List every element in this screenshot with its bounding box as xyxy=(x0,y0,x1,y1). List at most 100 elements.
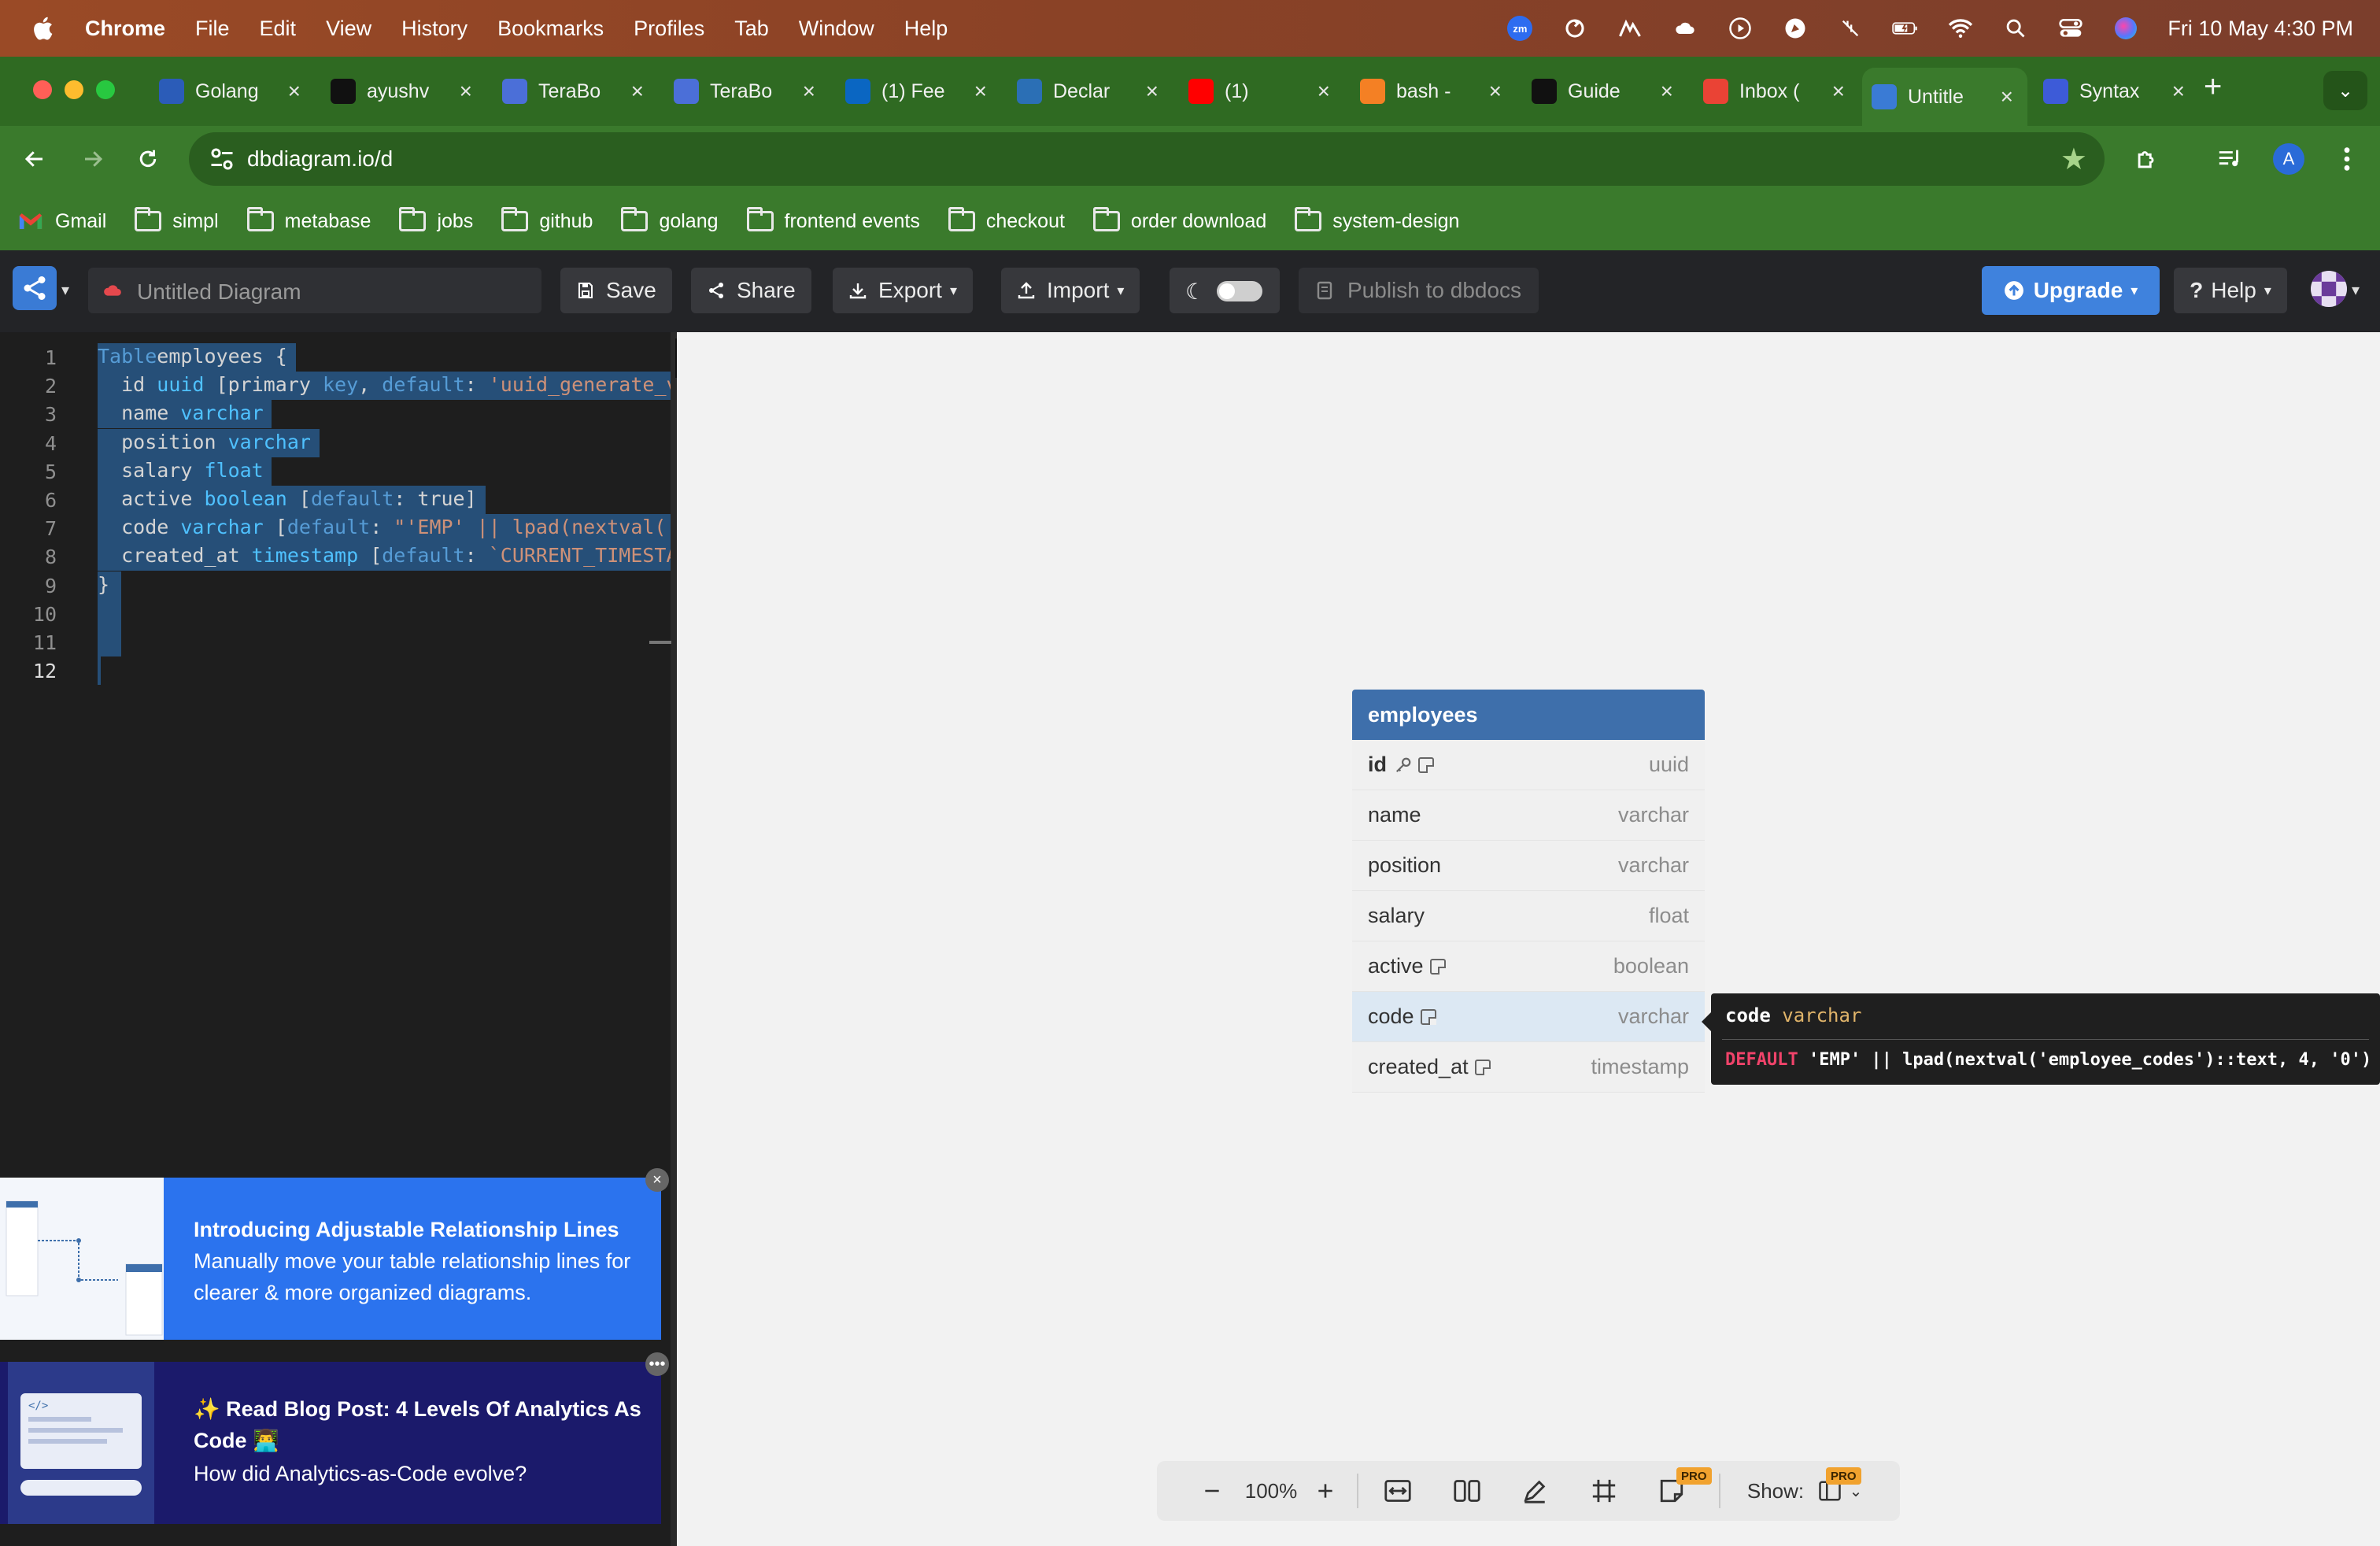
diagram-title-input[interactable]: Untitled Diagram xyxy=(88,268,541,313)
site-settings-icon[interactable] xyxy=(208,145,236,173)
editor-scrollbar-thumb[interactable] xyxy=(649,641,671,644)
bookmark-folder-metabase[interactable]: metabase xyxy=(246,207,371,233)
battery-icon[interactable] xyxy=(1892,15,1919,42)
promo-close-button[interactable]: × xyxy=(645,1168,669,1192)
menu-edit[interactable]: Edit xyxy=(260,17,297,41)
table-header[interactable]: employees xyxy=(1352,690,1705,740)
upgrade-button[interactable]: Upgrade ▾ xyxy=(1982,266,2160,315)
spotlight-search-icon[interactable] xyxy=(2002,15,2029,42)
bookmark-folder-checkout[interactable]: checkout xyxy=(948,207,1065,233)
bookmark-folder-order-download[interactable]: order download xyxy=(1092,207,1266,233)
code-line[interactable]: } xyxy=(98,573,109,601)
code-line[interactable]: name varchar xyxy=(98,401,264,430)
tab-0[interactable]: Golang × xyxy=(150,68,315,115)
app-logo-button[interactable] xyxy=(13,266,57,310)
menu-tab[interactable]: Tab xyxy=(734,17,769,41)
menu-window[interactable]: Window xyxy=(799,17,874,41)
tab-7[interactable]: bash - × xyxy=(1351,68,1516,115)
help-button[interactable]: ? Help ▾ xyxy=(2174,268,2287,313)
tab-11[interactable]: Syntax × xyxy=(2034,68,2199,115)
fit-to-screen-button[interactable] xyxy=(1380,1475,1415,1507)
tab-close-icon[interactable]: × xyxy=(1146,79,1159,104)
tab-9[interactable]: Inbox (× xyxy=(1694,68,1859,115)
new-tab-button[interactable]: + xyxy=(2204,69,2222,105)
menu-app-name[interactable]: Chrome xyxy=(85,17,165,41)
field-row-position[interactable]: position varchar xyxy=(1352,841,1705,891)
extensions-puzzle-icon[interactable] xyxy=(2128,140,2166,178)
save-button[interactable]: Save xyxy=(560,268,672,313)
tab-4[interactable]: (1) Fee × xyxy=(836,68,1001,115)
tab-close-icon[interactable]: × xyxy=(631,79,644,104)
tab-search-button[interactable]: ⌄ xyxy=(2323,71,2367,110)
bookmark-folder-simpl[interactable]: simpl xyxy=(135,207,219,233)
tab-2[interactable]: TeraBo × xyxy=(493,68,658,115)
bookmark-folder-frontend-events[interactable]: frontend events xyxy=(746,207,920,233)
note-icon[interactable] xyxy=(1429,958,1446,975)
back-button[interactable] xyxy=(16,140,54,178)
tab-8[interactable]: Guide × xyxy=(1522,68,1687,115)
menu-history[interactable]: History xyxy=(401,17,468,41)
zoom-out-button[interactable] xyxy=(1196,1475,1228,1507)
tab-close-icon[interactable]: × xyxy=(974,79,987,104)
menu-help[interactable]: Help xyxy=(904,17,948,41)
menu-file[interactable]: File xyxy=(195,17,230,41)
tab-close-icon[interactable]: × xyxy=(1489,79,1502,104)
tab-close-icon[interactable]: × xyxy=(803,79,815,104)
logo-chevron-down-icon[interactable]: ▾ xyxy=(61,280,69,300)
tab-10[interactable]: Untitle × xyxy=(1862,68,2027,126)
tab-close-icon[interactable]: × xyxy=(2172,79,2185,104)
navigation-icon[interactable] xyxy=(1782,15,1809,42)
window-close-button[interactable] xyxy=(33,80,52,99)
frame-button[interactable] xyxy=(1587,1475,1621,1507)
user-avatar[interactable] xyxy=(2311,271,2347,307)
toggle-switch[interactable] xyxy=(1217,281,1262,301)
menu-bookmarks[interactable]: Bookmarks xyxy=(497,17,604,41)
tab-close-icon[interactable]: × xyxy=(460,79,472,104)
field-row-active[interactable]: active boolean xyxy=(1352,941,1705,992)
sync-icon[interactable] xyxy=(1561,15,1588,42)
field-row-name[interactable]: name varchar xyxy=(1352,790,1705,841)
code-line[interactable]: active boolean [default: true] xyxy=(98,487,477,516)
code-line[interactable]: Tableemployees { xyxy=(98,345,287,373)
play-icon[interactable] xyxy=(1727,15,1754,42)
publish-dbdocs-button[interactable]: Publish to dbdocs xyxy=(1299,268,1539,313)
muted-icon[interactable] xyxy=(1837,15,1864,42)
field-row-created-at[interactable]: created_at timestamp xyxy=(1352,1042,1705,1093)
profile-avatar[interactable]: A xyxy=(2273,143,2304,175)
import-button[interactable]: Import ▾ xyxy=(1001,268,1140,313)
tab-close-icon[interactable]: × xyxy=(288,79,301,104)
address-bar[interactable]: dbdiagram.io/d ★ xyxy=(189,132,2105,186)
bookmark-folder-system-design[interactable]: system-design xyxy=(1295,207,1459,233)
bookmark-star-icon[interactable]: ★ xyxy=(2060,142,2087,177)
bookmark-folder-golang[interactable]: golang xyxy=(621,207,719,233)
menu-profiles[interactable]: Profiles xyxy=(634,17,704,41)
note-icon[interactable] xyxy=(1420,1008,1436,1025)
note-icon[interactable] xyxy=(1418,756,1434,773)
tab-close-icon[interactable]: × xyxy=(1661,79,1673,104)
zoom-icon[interactable]: zm xyxy=(1506,15,1533,42)
field-row-code[interactable]: code varchar xyxy=(1352,992,1705,1042)
field-row-salary[interactable]: salary float xyxy=(1352,891,1705,941)
promo-card-relationship-lines[interactable]: Introducing Adjustable Relationship Line… xyxy=(0,1178,661,1340)
code-line[interactable]: salary float xyxy=(98,459,264,487)
tab-6[interactable]: (1) × xyxy=(1179,68,1344,115)
media-controls-icon[interactable] xyxy=(2212,140,2249,178)
code-line[interactable]: created_at timestamp [default: `CURRENT_… xyxy=(98,544,671,572)
control-center-icon[interactable] xyxy=(2057,15,2084,42)
tab-3[interactable]: TeraBo × xyxy=(664,68,830,115)
tab-close-icon[interactable]: × xyxy=(1832,79,1845,104)
forward-button[interactable] xyxy=(74,140,112,178)
siri-icon[interactable] xyxy=(2112,15,2139,42)
chrome-menu-icon[interactable] xyxy=(2328,140,2366,178)
note-icon[interactable] xyxy=(1474,1059,1491,1075)
window-minimize-button[interactable] xyxy=(65,80,83,99)
cloud-app-icon[interactable] xyxy=(1672,15,1698,42)
reload-button[interactable] xyxy=(129,140,167,178)
dark-mode-toggle[interactable]: ☾ xyxy=(1170,268,1280,313)
code-line[interactable]: code varchar [default: "'EMP' || lpad(ne… xyxy=(98,516,671,544)
bookmark-folder-github[interactable]: github xyxy=(501,207,593,233)
chevron-down-icon[interactable]: ▾ xyxy=(2352,280,2360,300)
bookmark-gmail[interactable]: Gmail xyxy=(17,210,106,233)
export-button[interactable]: Export ▾ xyxy=(833,268,973,313)
share-button[interactable]: Share xyxy=(691,268,811,313)
